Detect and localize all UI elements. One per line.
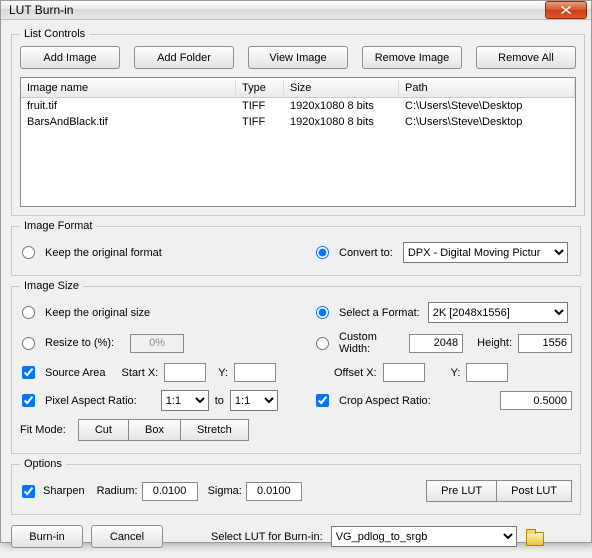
crop-aspect-input[interactable] — [500, 391, 572, 410]
pixel-aspect-label: Pixel Aspect Ratio: — [45, 395, 137, 407]
fit-stretch-button[interactable]: Stretch — [181, 419, 249, 441]
options-legend: Options — [20, 458, 66, 470]
options-group: Options Sharpen Radium: Sigma: Pre LUT P… — [11, 458, 581, 515]
table-row[interactable]: fruit.tif TIFF 1920x1080 8 bits C:\Users… — [21, 98, 575, 114]
custom-width-label: Custom Width: — [339, 331, 403, 355]
crop-aspect-check[interactable] — [316, 394, 329, 407]
add-image-button[interactable]: Add Image — [20, 46, 120, 69]
add-folder-button[interactable]: Add Folder — [134, 46, 234, 69]
cell-path: C:\Users\Steve\Desktop — [399, 116, 575, 128]
radium-input[interactable] — [142, 482, 198, 501]
offsetx-label: Offset X: — [334, 367, 377, 379]
titlebar: LUT Burn-in — [1, 1, 591, 20]
startx-input[interactable] — [164, 363, 206, 382]
height-label: Height: — [477, 337, 512, 349]
close-icon — [561, 6, 571, 14]
resize-radio[interactable] — [22, 337, 35, 350]
list-header: Image name Type Size Path — [21, 78, 575, 98]
cell-name: BarsAndBlack.tif — [21, 116, 236, 128]
fit-box-button[interactable]: Box — [129, 419, 181, 441]
close-button[interactable] — [545, 1, 587, 19]
keep-format-label: Keep the original format — [45, 247, 162, 259]
cancel-button[interactable]: Cancel — [91, 525, 163, 548]
lut-burnin-dialog: LUT Burn-in List Controls Add Image Add … — [0, 0, 592, 543]
starty-input[interactable] — [234, 363, 276, 382]
sigma-label: Sigma: — [208, 485, 242, 497]
starty-label: Y: — [218, 367, 228, 379]
cell-name: fruit.tif — [21, 100, 236, 112]
to-label: to — [215, 395, 224, 407]
pixel-aspect-check[interactable] — [22, 394, 35, 407]
keep-size-radio[interactable] — [22, 306, 35, 319]
select-lut-label: Select LUT for Burn-in: — [211, 531, 323, 543]
image-size-legend: Image Size — [20, 280, 83, 292]
post-lut-button[interactable]: Post LUT — [497, 480, 572, 502]
pre-lut-button[interactable]: Pre LUT — [426, 480, 497, 502]
bottom-bar: Burn-in Cancel Select LUT for Burn-in: V… — [11, 519, 581, 548]
fit-mode-group: Cut Box Stretch — [78, 419, 249, 441]
col-header-path[interactable]: Path — [399, 80, 575, 96]
burn-in-button[interactable]: Burn-in — [11, 525, 83, 548]
radium-label: Radium: — [97, 485, 138, 497]
cell-size: 1920x1080 8 bits — [284, 100, 399, 112]
remove-all-button[interactable]: Remove All — [476, 46, 576, 69]
table-row[interactable]: BarsAndBlack.tif TIFF 1920x1080 8 bits C… — [21, 114, 575, 130]
image-size-group: Image Size Keep the original size Select… — [11, 280, 581, 454]
par2-combo[interactable]: 1:1 — [230, 390, 278, 411]
format-combo[interactable]: DPX - Digital Moving Pictur — [403, 242, 568, 263]
image-format-group: Image Format Keep the original format Co… — [11, 220, 581, 276]
list-controls-group: List Controls Add Image Add Folder View … — [11, 28, 585, 216]
cell-size: 1920x1080 8 bits — [284, 116, 399, 128]
cell-path: C:\Users\Steve\Desktop — [399, 100, 575, 112]
resize-percent-input — [130, 334, 184, 353]
lut-combo[interactable]: VG_pdlog_to_srgb — [331, 526, 517, 547]
startx-label: Start X: — [122, 367, 159, 379]
offsetx-input[interactable] — [383, 363, 425, 382]
convert-to-label: Convert to: — [339, 247, 393, 259]
size-format-combo[interactable]: 2K [2048x1556] — [428, 302, 568, 323]
offsety-input[interactable] — [466, 363, 508, 382]
par1-combo[interactable]: 1:1 — [161, 390, 209, 411]
col-header-size[interactable]: Size — [284, 80, 399, 96]
image-list[interactable]: Image name Type Size Path fruit.tif TIFF… — [20, 77, 576, 207]
resize-label: Resize to (%): — [45, 337, 114, 349]
custom-width-radio[interactable] — [316, 337, 329, 350]
remove-image-button[interactable]: Remove Image — [362, 46, 462, 69]
list-controls-legend: List Controls — [20, 28, 89, 40]
select-format-radio[interactable] — [316, 306, 329, 319]
custom-width-input[interactable] — [409, 334, 463, 353]
lut-stage-group: Pre LUT Post LUT — [426, 480, 572, 502]
col-header-type[interactable]: Type — [236, 80, 284, 96]
client-area: List Controls Add Image Add Folder View … — [1, 20, 591, 558]
source-area-check[interactable] — [22, 366, 35, 379]
cell-type: TIFF — [236, 100, 284, 112]
col-header-name[interactable]: Image name — [21, 80, 236, 96]
height-input[interactable] — [518, 334, 572, 353]
fit-cut-button[interactable]: Cut — [78, 419, 129, 441]
crop-aspect-label: Crop Aspect Ratio: — [339, 395, 431, 407]
image-format-legend: Image Format — [20, 220, 96, 232]
keep-format-radio[interactable] — [22, 246, 35, 259]
sigma-input[interactable] — [246, 482, 302, 501]
cell-type: TIFF — [236, 116, 284, 128]
select-format-label: Select a Format: — [339, 307, 420, 319]
fit-mode-label: Fit Mode: — [20, 424, 66, 436]
view-image-button[interactable]: View Image — [248, 46, 348, 69]
window-title: LUT Burn-in — [9, 3, 545, 17]
source-area-label: Source Area — [45, 367, 106, 379]
list-button-row: Add Image Add Folder View Image Remove I… — [20, 46, 576, 69]
sharpen-label: Sharpen — [43, 485, 85, 497]
sharpen-check[interactable] — [22, 485, 35, 498]
convert-to-radio[interactable] — [316, 246, 329, 259]
keep-size-label: Keep the original size — [45, 307, 150, 319]
offsety-label: Y: — [451, 367, 461, 379]
